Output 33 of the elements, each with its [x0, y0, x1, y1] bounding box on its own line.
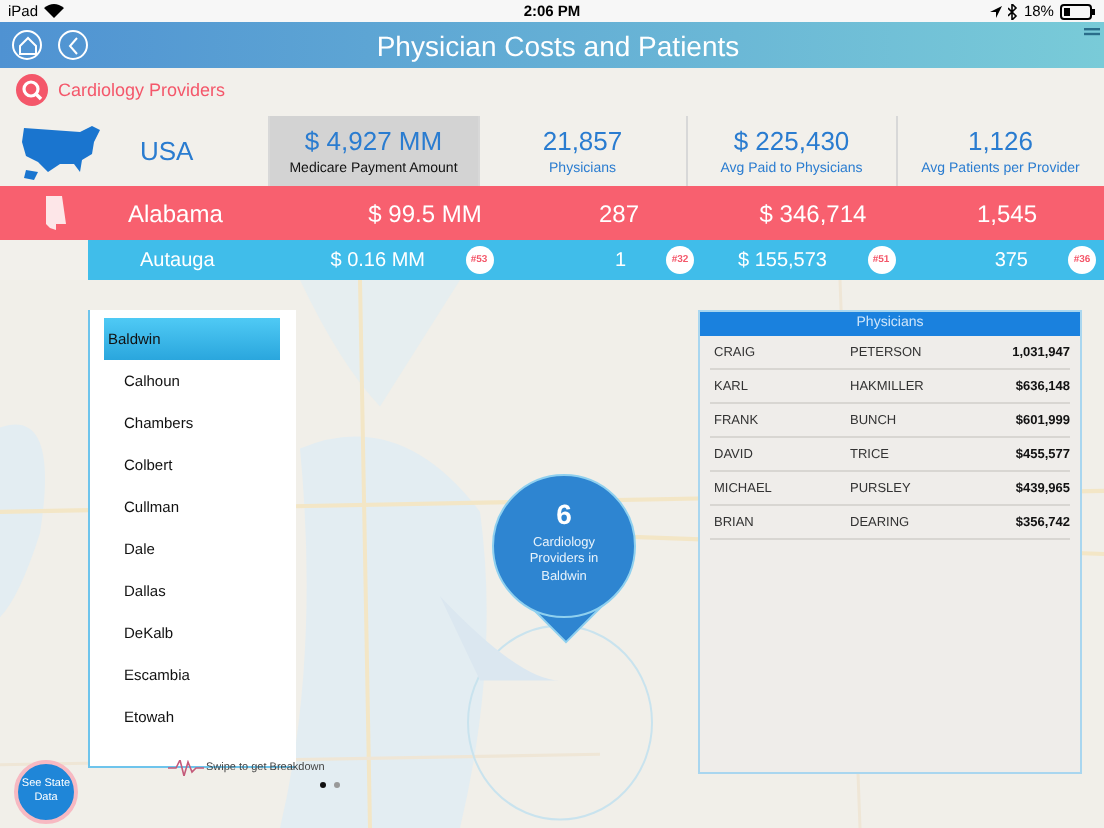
home-button[interactable] — [12, 30, 42, 60]
category-label: Cardiology Providers — [58, 80, 226, 100]
bluetooth-icon — [1007, 3, 1018, 19]
back-icon — [65, 35, 81, 55]
search-icon — [16, 74, 48, 106]
region-name: USA — [140, 136, 194, 166]
metric-value: $ 4,927 MM — [304, 126, 443, 156]
county-value: 1 — [614, 249, 626, 271]
location-arrow-icon — [989, 5, 1002, 17]
wifi-icon — [44, 4, 65, 18]
state-value: 287 — [596, 199, 642, 227]
county-value: $ 155,573 — [738, 249, 827, 271]
usa-map-icon — [20, 121, 104, 181]
metric-value: $ 225,430 — [733, 126, 850, 156]
page-dot[interactable] — [320, 782, 326, 788]
county-value: 375 — [994, 249, 1028, 271]
state-value: $ 346,714 — [757, 199, 869, 227]
pin-count: 6 — [556, 498, 572, 530]
window-title: Physician Costs and Patients — [374, 29, 742, 61]
home-icon — [17, 35, 37, 55]
metric-value: 21,857 — [542, 126, 623, 156]
county-name: Autauga — [138, 249, 217, 271]
county-value: $ 0.16 MM — [330, 249, 425, 271]
state-name: Alabama — [126, 199, 225, 227]
menu-icon[interactable] — [1084, 28, 1100, 40]
battery-icon — [1059, 3, 1096, 19]
pulse-icon — [168, 760, 204, 776]
state-value: 1,545 — [974, 199, 1040, 227]
back-button[interactable] — [58, 30, 88, 60]
state-shape-icon — [44, 196, 68, 230]
state-value: $ 99.5 MM — [366, 199, 484, 227]
metric-value: 1,126 — [967, 126, 1034, 156]
page-dot[interactable] — [334, 782, 340, 788]
